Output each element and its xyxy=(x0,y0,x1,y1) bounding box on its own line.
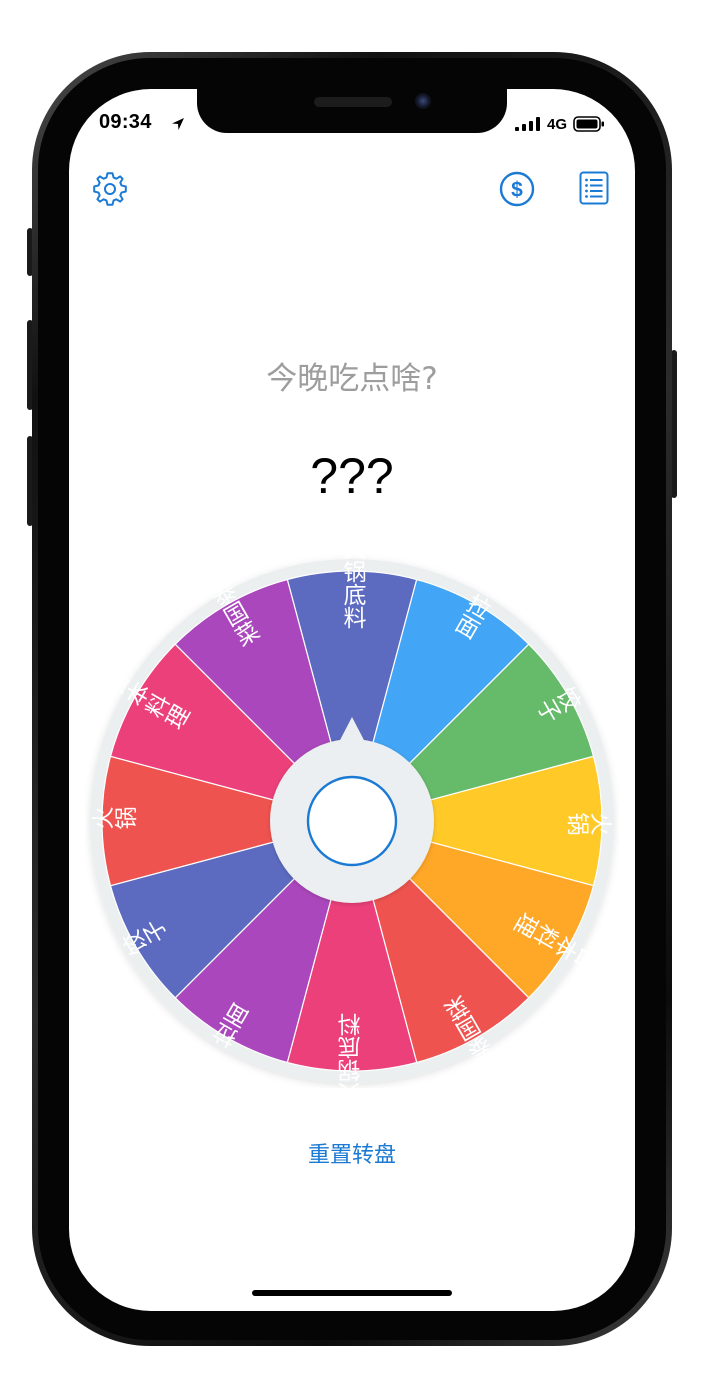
reset-wheel-button[interactable]: 重置转盘 xyxy=(69,1137,635,1169)
gear-icon[interactable] xyxy=(92,171,128,207)
wheel-segment-label: 火锅 xyxy=(91,807,137,835)
dollar-circle-icon[interactable]: $ xyxy=(498,170,536,208)
question-title: 今晚吃点啥? xyxy=(266,361,438,397)
front-camera xyxy=(415,93,431,109)
device-mockup: 09:34 4G $ 今晚吃点啥? ??? 火锅底料 拉面 饺子 火锅 日本料理… xyxy=(0,0,702,1398)
signal-icon xyxy=(514,117,540,131)
prize-wheel[interactable]: 火锅底料 拉面饺子火锅日本料理泰国菜火锅底料拉面饺子火锅日本料理泰国菜 xyxy=(85,554,619,1088)
app-screen: 09:34 4G $ 今晚吃点啥? ??? 火锅底料 拉面 饺子 火锅 日本料理… xyxy=(69,89,635,1311)
location-arrow-icon xyxy=(172,118,184,130)
svg-text:$: $ xyxy=(511,179,523,202)
earpiece-speaker xyxy=(314,97,392,107)
spin-button[interactable] xyxy=(306,775,398,867)
wheel-segment-label: 火锅底料 xyxy=(339,554,367,629)
wheel-segment-label: 火锅底料 xyxy=(338,1013,366,1088)
home-indicator[interactable] xyxy=(252,1290,452,1296)
spin-result: ??? xyxy=(310,448,394,504)
list-icon[interactable] xyxy=(579,171,609,205)
status-indicators: 4G xyxy=(514,115,605,133)
battery-icon xyxy=(573,116,604,132)
notch xyxy=(197,89,507,133)
status-time: 09:34 xyxy=(99,111,152,133)
network-type: 4G xyxy=(546,115,567,133)
wheel-segment-label: 火锅 xyxy=(567,808,613,836)
